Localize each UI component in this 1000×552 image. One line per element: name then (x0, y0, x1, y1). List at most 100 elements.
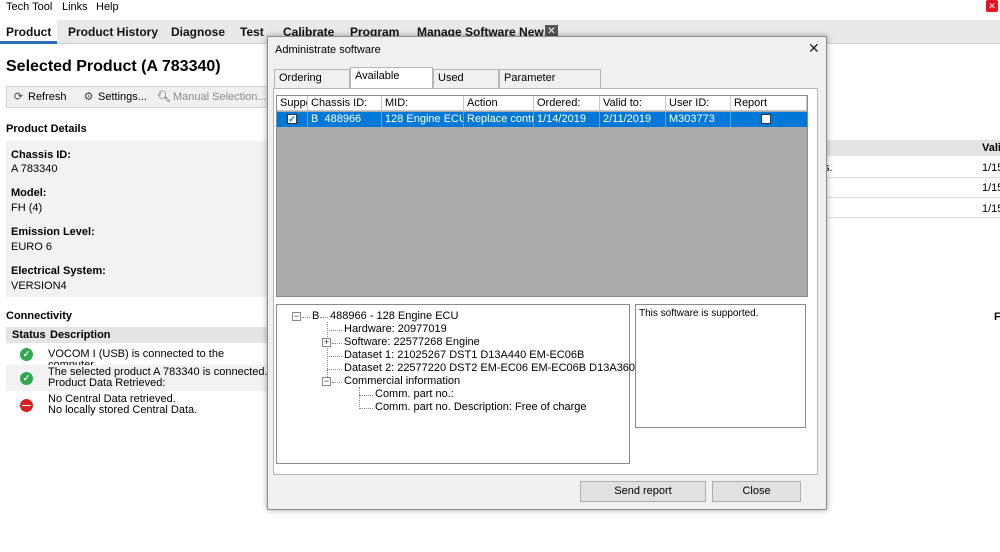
right-table-header: Vali (824, 140, 1000, 156)
col-action[interactable]: Action (464, 96, 534, 111)
table-row: ✓ VOCOM I (USB) is connected to the comp… (6, 345, 268, 371)
emission-level-label: Emission Level: (11, 226, 95, 238)
tree-node-commercial[interactable]: Commercial information (344, 375, 460, 387)
valid-column-header: Vali (982, 142, 1000, 154)
refresh-icon: ⟳ (13, 91, 24, 103)
user-id-cell: M303773 (666, 112, 731, 127)
col-report[interactable]: Report (731, 96, 807, 111)
search-icon: 🔍︎ (157, 91, 171, 103)
menu-tech-tool[interactable]: Tech Tool (6, 1, 52, 13)
tab-product-history[interactable]: Product History (62, 20, 164, 44)
electrical-system-label: Electrical System: (11, 265, 106, 277)
toolbar: ⟳ Refresh ⚙ Settings... 🔍︎ Manual Select… (6, 86, 268, 108)
row-divider (824, 217, 1000, 218)
refresh-label: Refresh (28, 91, 67, 103)
col-user-id[interactable]: User ID: (666, 96, 731, 111)
tree-node-dataset2[interactable]: Dataset 2: 22577220 DST2 EM-EC06 EM-EC06… (344, 362, 678, 374)
tree-node-part-desc[interactable]: Comm. part no. Description: Free of char… (375, 401, 587, 413)
settings-label: Settings... (98, 91, 147, 103)
page-title: Selected Product (A 783340) (6, 58, 221, 75)
support-cell: ✓ (277, 112, 308, 127)
right-table-cell: 1/15 (982, 162, 1000, 174)
col-chassis-id[interactable]: Chassis ID: (308, 96, 382, 111)
action-cell: Replace control (464, 112, 534, 127)
report-checkbox[interactable] (761, 114, 771, 124)
tree-node-dataset1[interactable]: Dataset 1: 21025267 DST1 D13A440 EM-EC06… (344, 349, 584, 361)
menu-help[interactable]: Help (96, 1, 119, 13)
software-grid: Suppor Chassis ID: MID: Action Ordered: … (276, 95, 808, 297)
grid-header: Suppor Chassis ID: MID: Action Ordered: … (277, 96, 807, 111)
tree-line (327, 369, 342, 370)
tab-diagnose[interactable]: Diagnose (165, 20, 231, 44)
connectivity-header: Status Description (6, 327, 268, 343)
tree-line (327, 330, 342, 331)
support-info-box: This software is supported. (635, 304, 806, 428)
tab-available-software[interactable]: Available software (350, 67, 433, 99)
description-column-header: Description (50, 329, 111, 341)
valid-to-cell: 2/11/2019 (600, 112, 666, 127)
expand-icon[interactable]: + (322, 338, 331, 347)
refresh-button[interactable]: ⟳ Refresh (10, 89, 67, 106)
tab-product[interactable]: Product (0, 20, 58, 44)
menu-bar: Tech Tool Links Help ✕ (0, 0, 1000, 16)
electrical-system-value: VERSION4 (11, 280, 67, 292)
tree-line (327, 356, 342, 357)
check-icon: ✓ (20, 372, 33, 385)
manual-selection-label: Manual Selection... (173, 91, 267, 103)
right-table-cell: 1/15 (982, 182, 1000, 194)
tree-line (332, 382, 342, 383)
tab-parameter-programming[interactable]: Parameter programming (499, 69, 601, 101)
tree-root[interactable]: 488966 - 128 Engine ECU (330, 310, 458, 322)
collapse-icon[interactable]: − (322, 377, 331, 386)
dialog-title: Administrate software (275, 44, 381, 56)
tree-node-software[interactable]: Software: 22577268 Engine (344, 336, 480, 348)
support-checkbox[interactable]: ✓ (287, 114, 297, 124)
status-column-header: Status (12, 329, 46, 341)
settings-button[interactable]: ⚙ Settings... (80, 89, 147, 106)
connectivity-title: Connectivity (6, 310, 73, 322)
col-mid[interactable]: MID: (382, 96, 464, 111)
right-section-fragment: F (994, 311, 1000, 323)
tree-line (359, 387, 360, 409)
tree-line (302, 317, 310, 318)
ordered-cell: 1/14/2019 (534, 112, 600, 127)
mid-cell: 128 Engine ECU (382, 112, 464, 127)
connectivity-description-line2: Product Data Retrieved: (48, 377, 166, 389)
error-icon: — (20, 399, 33, 412)
tab-used-software[interactable]: Used software (433, 69, 499, 101)
model-label: Model: (11, 187, 47, 199)
row-divider (824, 197, 1000, 198)
manual-selection-button[interactable]: 🔍︎ Manual Selection... (155, 89, 267, 106)
send-report-button[interactable]: Send report (580, 481, 706, 502)
table-row[interactable]: ✓ B 488966 128 Engine ECU Replace contro… (277, 112, 807, 127)
chassis-cell: B 488966 (308, 112, 382, 127)
col-ordered[interactable]: Ordered: (534, 96, 600, 111)
app-close-icon[interactable]: ✕ (986, 0, 998, 12)
col-valid-to[interactable]: Valid to: (600, 96, 666, 111)
tree-line (320, 317, 328, 318)
model-value: FH (4) (11, 202, 43, 214)
tree-node-part-no[interactable]: Comm. part no.: (375, 388, 454, 400)
menu-links[interactable]: Links (62, 1, 88, 13)
tab-test[interactable]: Test (234, 20, 270, 44)
collapse-icon[interactable]: − (292, 312, 301, 321)
close-icon[interactable]: ✕ (808, 40, 820, 57)
tab-ordering-software[interactable]: Ordering software (274, 69, 350, 101)
administrate-software-dialog: Administrate software ✕ Ordering softwar… (267, 36, 827, 510)
close-button[interactable]: Close (712, 481, 801, 502)
col-support[interactable]: Suppor (277, 96, 308, 111)
tree-node-hardware[interactable]: Hardware: 20977019 (344, 323, 447, 335)
tree-line (332, 343, 342, 344)
check-icon: ✓ (20, 348, 33, 361)
report-cell (731, 112, 807, 127)
gear-icon: ⚙ (83, 91, 94, 103)
product-details-title: Product Details (6, 123, 87, 135)
chassis-id-label: Chassis ID: (11, 149, 71, 161)
chassis-id-value: A 783340 (11, 163, 58, 175)
tree-line (359, 395, 373, 396)
tree-line (359, 408, 373, 409)
chassis-value: 488966 (324, 113, 362, 125)
table-row: — No Central Data retrieved. No locally … (6, 392, 268, 418)
table-row: ✓ The selected product A 783340 is conne… (6, 365, 268, 391)
product-details-panel: Chassis ID: A 783340 Model: FH (4) Emiss… (6, 141, 268, 297)
